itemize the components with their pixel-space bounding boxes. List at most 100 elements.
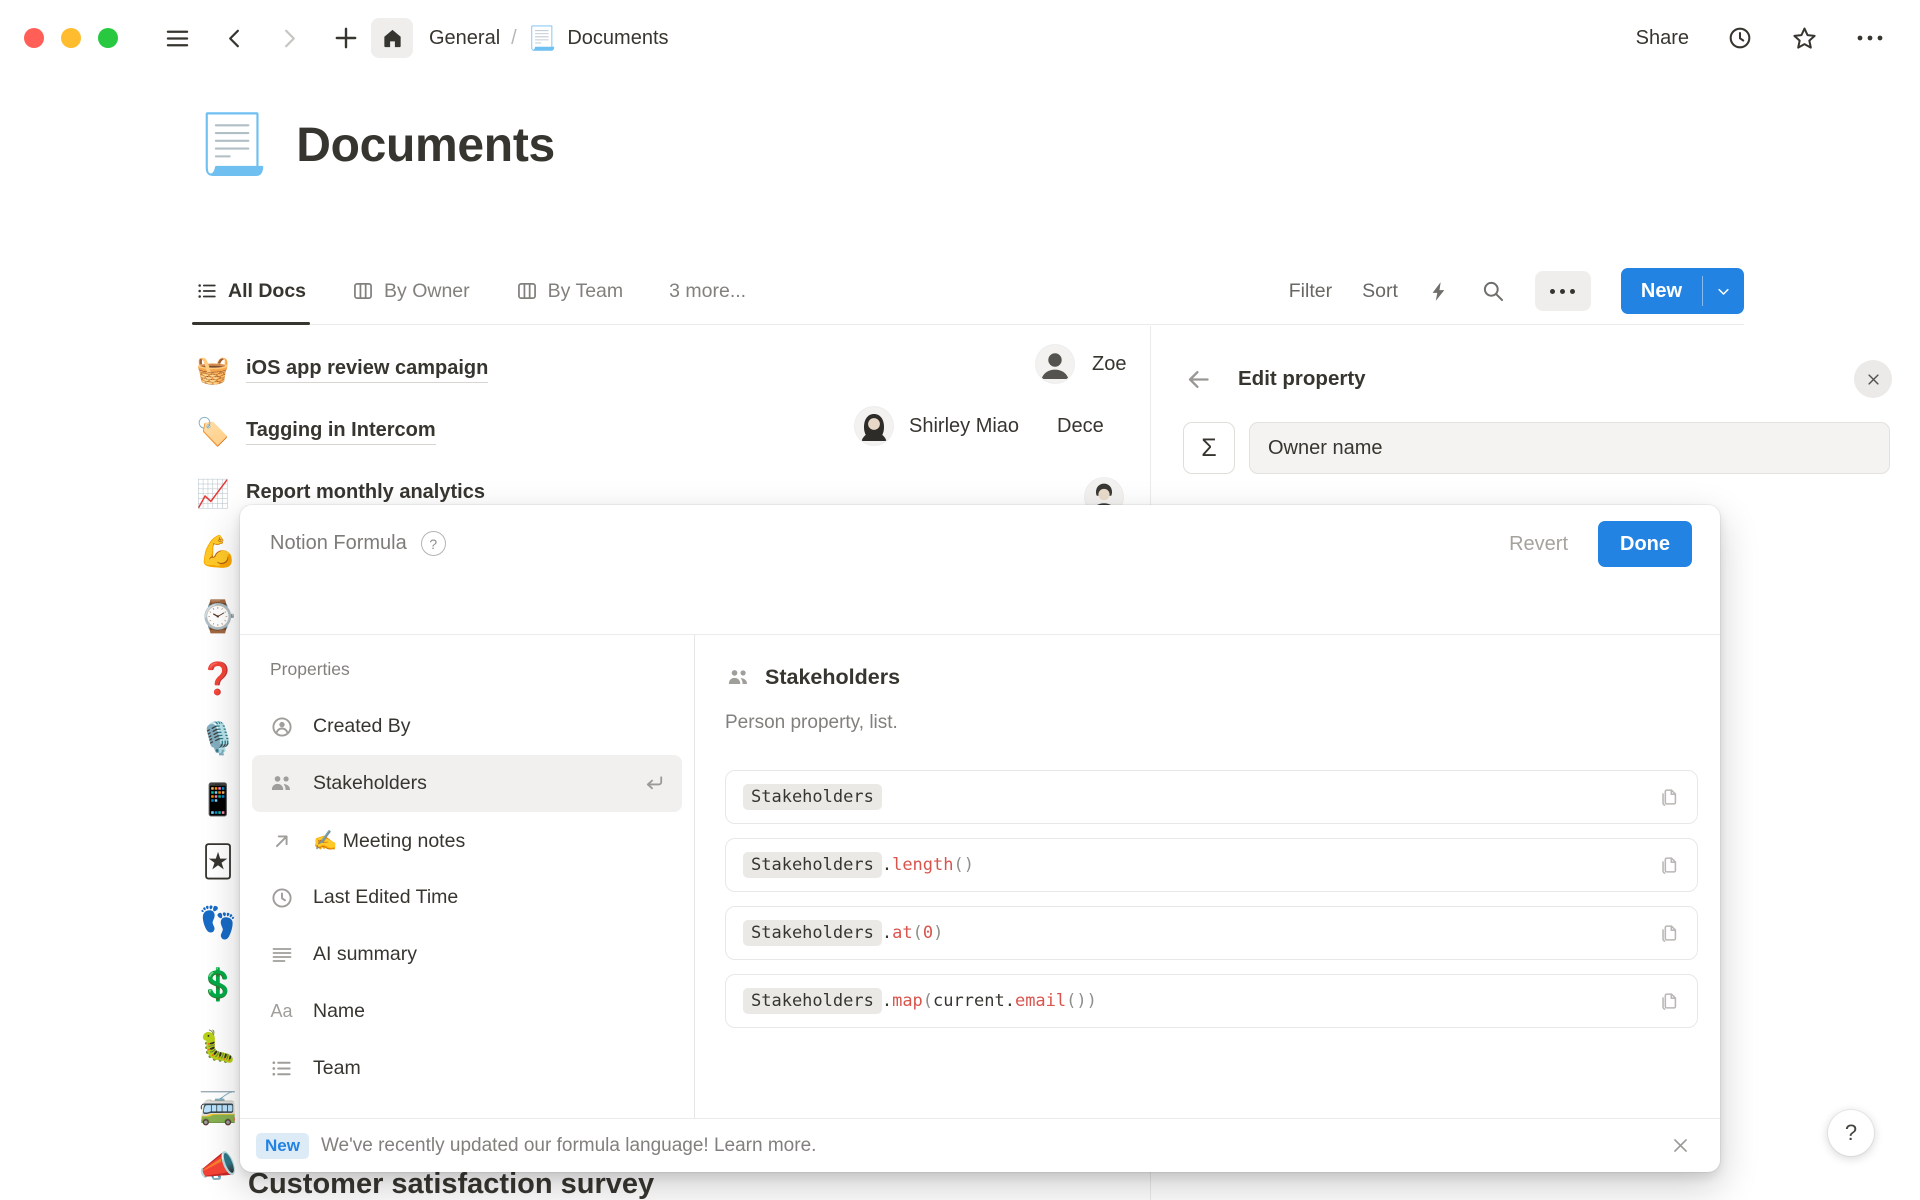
formula-banner: New We've recently updated our formula l…: [240, 1118, 1720, 1172]
formula-example-row[interactable]: Stakeholders.length(): [725, 838, 1698, 892]
more-views-button[interactable]: 3 more...: [669, 280, 746, 303]
view-options-button[interactable]: [1535, 271, 1591, 311]
new-badge: New: [256, 1133, 309, 1159]
owner-cell[interactable]: Zoe: [1036, 345, 1126, 383]
property-item-ai-summary[interactable]: AI summary: [252, 926, 682, 983]
row-emoji-icon: ⌚: [197, 601, 239, 632]
code-token: .: [882, 991, 892, 1011]
filter-button[interactable]: Filter: [1289, 280, 1332, 303]
avatar: [1036, 345, 1074, 383]
new-button-caret[interactable]: [1703, 268, 1744, 314]
formula-detail-pane: Stakeholders Person property, list. Stak…: [695, 635, 1720, 1118]
code-token: .: [1005, 991, 1015, 1011]
sidebar-menu-icon[interactable]: [164, 25, 191, 52]
code-token: (: [954, 855, 964, 875]
breadcrumb-section[interactable]: General: [429, 27, 500, 50]
new-button-main[interactable]: New: [1621, 268, 1702, 314]
code-token: Stakeholders: [743, 920, 882, 946]
property-item-last-edited-time[interactable]: Last Edited Time: [252, 869, 682, 926]
tab-all-docs[interactable]: All Docs: [196, 258, 306, 324]
table-row[interactable]: 🏷️ Tagging in Intercom Shirley Miao Dece: [196, 401, 1150, 463]
row-emoji-icon: 📣: [197, 1151, 239, 1182]
forward-button[interactable]: [278, 27, 301, 50]
documents-table: 🧺 iOS app review campaign Zoe 🏷️ Tagging…: [196, 339, 1150, 525]
formula-example-row[interactable]: Stakeholders.map(current.email()): [725, 974, 1698, 1028]
formula-editor-modal: Notion Formula ? Revert Done Properties …: [240, 505, 1720, 1172]
breadcrumb-page[interactable]: Documents: [567, 27, 668, 50]
new-page-icon[interactable]: [333, 25, 359, 51]
row-title[interactable]: iOS app review campaign: [246, 357, 488, 383]
close-window-button[interactable]: [24, 28, 44, 48]
document-emoji-icon: 📃: [528, 25, 557, 52]
copy-icon[interactable]: [1658, 922, 1680, 944]
detail-description: Person property, list.: [725, 712, 1698, 734]
property-type-button[interactable]: Σ: [1183, 422, 1235, 474]
favorite-star-icon[interactable]: [1791, 25, 1818, 52]
row-emoji-icon: 🧺: [196, 357, 234, 384]
property-item-stakeholders[interactable]: Stakeholders: [252, 755, 682, 812]
revert-button[interactable]: Revert: [1509, 533, 1568, 556]
breadcrumb-separator: /: [511, 27, 517, 50]
code-token: 0: [923, 923, 933, 943]
copy-icon[interactable]: [1658, 990, 1680, 1012]
code-token: .: [882, 923, 892, 943]
automation-bolt-icon[interactable]: [1428, 280, 1451, 303]
table-row[interactable]: 🧺 iOS app review campaign Zoe: [196, 339, 1150, 401]
property-item-created-by[interactable]: Created By: [252, 698, 682, 755]
page-emoji-icon[interactable]: 📃: [196, 116, 268, 174]
owner-cell[interactable]: Shirley Miao Dece: [855, 407, 1104, 445]
code-token: email: [1015, 991, 1066, 1011]
panel-back-icon[interactable]: [1185, 366, 1212, 393]
code-token: (: [1066, 991, 1076, 1011]
breadcrumb: General / 📃 Documents: [429, 25, 669, 52]
row-emoji-icon: 💲: [197, 969, 239, 1000]
row-title[interactable]: Tagging in Intercom: [246, 419, 436, 445]
people-icon: [725, 665, 752, 690]
more-options-icon[interactable]: [1856, 33, 1884, 43]
code-token: at: [892, 923, 912, 943]
list-icon: [268, 1057, 295, 1080]
minimize-window-button[interactable]: [61, 28, 81, 48]
row-emoji-icon: 🏷️: [196, 419, 234, 446]
formula-example-row[interactable]: Stakeholders.at(0): [725, 906, 1698, 960]
back-button[interactable]: [223, 27, 246, 50]
formula-properties-pane: Properties Created ByStakeholders✍️ Meet…: [240, 635, 695, 1118]
tab-by-owner[interactable]: By Owner: [352, 258, 470, 324]
tab-label: By Owner: [384, 280, 470, 303]
formula-input[interactable]: [240, 569, 1720, 634]
property-name-input[interactable]: [1249, 422, 1890, 474]
people-icon: [268, 771, 295, 796]
property-item-team[interactable]: Team: [252, 1040, 682, 1097]
property-label: Team: [313, 1057, 361, 1080]
arrow-up-right-icon: [268, 830, 295, 852]
zoom-window-button[interactable]: [98, 28, 118, 48]
help-button[interactable]: ?: [1828, 1110, 1874, 1156]
row-title[interactable]: Report monthly analytics: [246, 481, 485, 507]
tab-by-team[interactable]: By Team: [516, 258, 624, 324]
updates-clock-icon[interactable]: [1727, 25, 1753, 51]
share-button[interactable]: Share: [1636, 27, 1689, 50]
home-button[interactable]: [371, 18, 413, 58]
property-item-name[interactable]: Aa Name: [252, 983, 682, 1040]
formula-help-icon[interactable]: ?: [421, 531, 446, 556]
board-icon: [516, 280, 538, 302]
page-title: Documents: [296, 118, 555, 173]
panel-close-button[interactable]: [1854, 360, 1892, 398]
done-button[interactable]: Done: [1598, 521, 1692, 567]
banner-message: We've recently updated our formula langu…: [321, 1135, 816, 1157]
code-token: (: [923, 991, 933, 1011]
copy-icon[interactable]: [1658, 854, 1680, 876]
row-title[interactable]: Customer satisfaction survey: [248, 1168, 654, 1200]
window-topbar: General / 📃 Documents Share: [0, 0, 1920, 76]
property-label: Name: [313, 1000, 365, 1023]
person-circle-icon: [268, 715, 295, 739]
row-emoji-icon: 💪: [197, 536, 239, 567]
aa-icon: Aa: [268, 1001, 295, 1022]
text-lines-icon: [268, 943, 295, 967]
banner-close-icon[interactable]: [1671, 1136, 1690, 1155]
sort-button[interactable]: Sort: [1362, 280, 1398, 303]
copy-icon[interactable]: [1658, 786, 1680, 808]
formula-example-row[interactable]: Stakeholders: [725, 770, 1698, 824]
property-item-meeting-notes[interactable]: ✍️ Meeting notes: [252, 812, 682, 869]
search-icon[interactable]: [1481, 279, 1505, 303]
